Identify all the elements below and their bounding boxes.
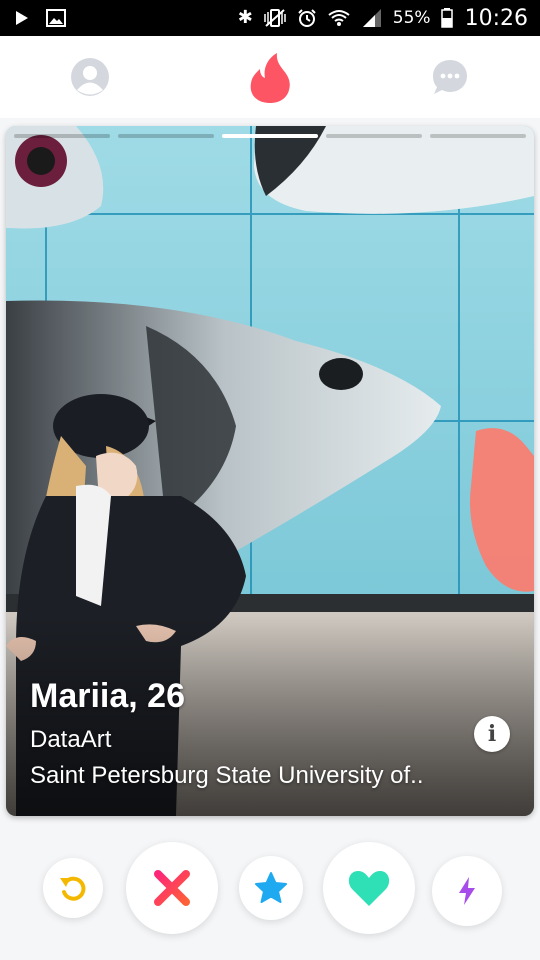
- vibrate-mute-icon: [264, 9, 286, 27]
- discovery-tab[interactable]: [246, 50, 294, 106]
- photo-progress: [14, 134, 526, 138]
- play-icon: [16, 11, 28, 25]
- profile-school: Saint Petersburg State University of..: [30, 762, 424, 789]
- bluetooth-icon: ✱: [237, 7, 253, 28]
- messages-button[interactable]: [429, 56, 471, 98]
- lightning-icon: [459, 877, 475, 905]
- profile-icon: [71, 58, 109, 96]
- name-age: Mariia, 26: [30, 677, 424, 716]
- photo-progress-segment: [118, 134, 214, 138]
- top-nav: [0, 36, 540, 118]
- photo-progress-segment: [222, 134, 318, 138]
- status-bar: ✱ 55% 10:26: [0, 0, 540, 36]
- heart-icon: [348, 871, 390, 906]
- boost-button[interactable]: [432, 856, 502, 926]
- photo-progress-segment: [14, 134, 110, 138]
- like-button[interactable]: [323, 842, 415, 934]
- profile-button[interactable]: [69, 56, 111, 98]
- image-icon: [46, 9, 66, 27]
- battery-percent: 55%: [392, 8, 431, 28]
- action-bar: [0, 830, 540, 950]
- flame-icon: [250, 53, 290, 103]
- signal-icon: [362, 9, 381, 27]
- profile-job: DataArt: [30, 726, 112, 753]
- nope-button[interactable]: [126, 842, 218, 934]
- super-like-button[interactable]: [239, 856, 303, 920]
- close-icon: [154, 870, 190, 906]
- chat-icon: [433, 60, 467, 94]
- rewind-icon: [60, 876, 86, 901]
- alarm-icon: [298, 9, 316, 27]
- rewind-button[interactable]: [43, 858, 103, 918]
- info-button[interactable]: i: [474, 716, 510, 752]
- wifi-icon: [328, 10, 350, 26]
- profile-info: Mariia, 26 DataArt Saint Petersburg Stat…: [30, 677, 424, 790]
- profile-name: Mariia: [30, 677, 129, 715]
- clock: 10:26: [464, 5, 528, 31]
- name-separator: ,: [128, 677, 148, 715]
- battery-icon: [440, 8, 453, 28]
- profile-card[interactable]: Mariia, 26 DataArt Saint Petersburg Stat…: [6, 126, 534, 816]
- photo-progress-segment: [326, 134, 422, 138]
- profile-age: 26: [147, 677, 185, 715]
- star-icon: [255, 872, 287, 903]
- photo-progress-segment: [430, 134, 526, 138]
